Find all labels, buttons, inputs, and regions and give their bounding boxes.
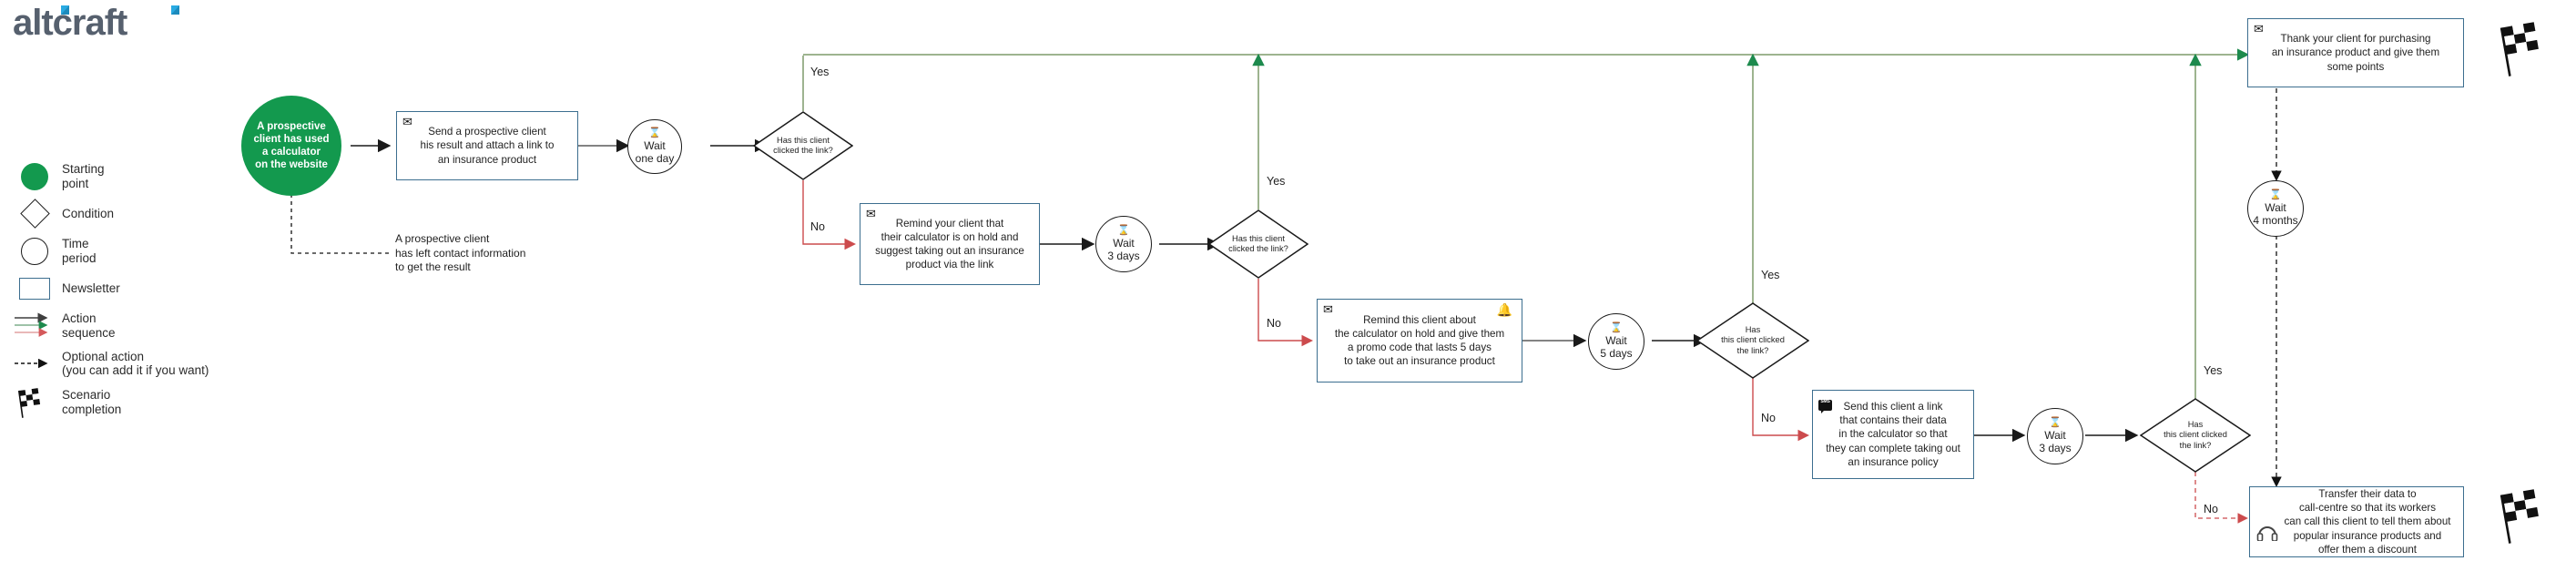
condition-label: Has this client clicked the link? <box>1228 233 1288 253</box>
node-newsletter-thank-you[interactable]: ✉ Thank your client for purchasing an in… <box>2247 18 2464 87</box>
newsletter-label: Remind this client about the calculator … <box>1334 313 1505 368</box>
connector-layer <box>290 46 2460 525</box>
edge-label-yes-3: Yes <box>1761 269 1780 281</box>
legend-label: Scenario completion <box>62 388 122 417</box>
wait-label: Wait 3 days <box>2039 428 2072 454</box>
altcraft-logo: altcraft <box>13 2 204 44</box>
checkered-flag-icon <box>13 387 56 419</box>
legend-item-action-sequence: Action sequence <box>13 311 259 341</box>
node-starting-point[interactable]: A prospective client has used a calculat… <box>241 96 341 196</box>
node-wait-3-days-b[interactable]: ⌛ Wait 3 days <box>2027 408 2083 464</box>
condition-label: Has this client clicked the link? <box>773 135 833 155</box>
legend-label: Starting point <box>62 162 105 190</box>
svg-text:altcraft: altcraft <box>13 3 127 43</box>
optional-start-note: A prospective client has left contact in… <box>395 232 526 274</box>
node-newsletter-send-result[interactable]: ✉ Send a prospective client his result a… <box>396 111 578 180</box>
hourglass-icon: ⌛ <box>1117 224 1130 236</box>
starting-point-label: A prospective client has used a calculat… <box>253 120 330 171</box>
edge-label-no-4: No <box>2204 503 2218 515</box>
edge-label-no-2: No <box>1267 317 1281 330</box>
bell-icon: 🔔 <box>1496 302 1512 317</box>
scenario-completion-flag-bottom <box>2497 487 2561 550</box>
node-condition-clicked-4[interactable]: Has this client clicked the link? <box>2140 398 2251 473</box>
legend-label: Newsletter <box>62 280 120 295</box>
flowchart-canvas: altcraft Starting point Condition Time p… <box>0 0 2576 561</box>
envelope-icon: ✉ <box>1323 302 1333 316</box>
edge-label-no-3: No <box>1761 412 1776 424</box>
rectangle-outline-icon <box>13 277 56 300</box>
condition-label: Has this client clicked the link? <box>2164 420 2227 450</box>
scenario-completion-flag-top <box>2497 20 2561 83</box>
node-wait-3-days-a[interactable]: ⌛ Wait 3 days <box>1095 216 1152 272</box>
hourglass-icon: ⌛ <box>2269 189 2282 200</box>
wait-label: Wait 5 days <box>1600 333 1633 360</box>
diamond-outline-icon <box>13 199 56 230</box>
logo-svg: altcraft <box>13 3 179 43</box>
wait-label: Wait 3 days <box>1107 236 1140 262</box>
edge-label-yes-1: Yes <box>810 66 830 78</box>
newsletter-label: Thank your client for purchasing an insu… <box>2271 33 2440 73</box>
legend-item-time-period: Time period <box>13 237 259 266</box>
legend: Starting point Condition Time period New… <box>13 162 259 427</box>
node-condition-clicked-2[interactable]: Has this client clicked the link? <box>1208 209 1308 279</box>
wait-label: Wait 4 months <box>2253 200 2298 227</box>
node-condition-clicked-3[interactable]: Has this client clicked the link? <box>1696 302 1809 379</box>
newsletter-label: Remind your client that their calculator… <box>875 217 1024 271</box>
hourglass-icon: ⌛ <box>1610 321 1623 333</box>
legend-item-scenario-completion: Scenario completion <box>13 387 259 419</box>
sms-icon: SMS <box>1818 400 1832 413</box>
wait-label: Wait one day <box>635 138 675 165</box>
legend-label: Time period <box>62 236 97 265</box>
node-wait-5-days[interactable]: ⌛ Wait 5 days <box>1588 313 1644 370</box>
envelope-icon: ✉ <box>2254 22 2264 36</box>
hourglass-icon: ⌛ <box>648 127 661 138</box>
node-wait-one-day[interactable]: ⌛ Wait one day <box>627 119 682 174</box>
headset-icon <box>2256 514 2278 542</box>
dashed-arrow-icon <box>13 356 56 371</box>
node-sms-send-link[interactable]: SMS Send this client a link that contain… <box>1812 390 1974 479</box>
condition-label: Has this client clicked the link? <box>1721 325 1785 355</box>
legend-label: Optional action (you can add it if you w… <box>62 349 209 378</box>
circle-outline-icon <box>13 237 56 265</box>
envelope-icon: ✉ <box>402 115 412 128</box>
node-wait-4-months[interactable]: ⌛ Wait 4 months <box>2247 180 2304 237</box>
call-centre-label: Transfer their data to call-centre so th… <box>2284 488 2451 556</box>
legend-label: Condition <box>62 206 115 220</box>
three-arrows-icon <box>13 312 56 340</box>
envelope-icon: ✉ <box>866 207 876 220</box>
node-newsletter-remind-on-hold[interactable]: ✉ Remind your client that their calculat… <box>860 203 1040 285</box>
edge-label-yes-4: Yes <box>2204 364 2223 377</box>
edge-label-yes-2: Yes <box>1267 175 1286 188</box>
legend-label: Action sequence <box>62 311 116 340</box>
node-newsletter-promo-code[interactable]: ✉ 🔔 Remind this client about the calcula… <box>1317 299 1522 382</box>
node-transfer-to-call-centre[interactable]: Transfer their data to call-centre so th… <box>2249 486 2464 557</box>
legend-item-optional-action: Optional action (you can add it if you w… <box>13 350 259 379</box>
hourglass-icon: ⌛ <box>2049 416 2062 428</box>
node-condition-clicked-1[interactable]: Has this client clicked the link? <box>753 111 853 180</box>
legend-item-starting-point: Starting point <box>13 162 259 191</box>
newsletter-label: Send a prospective client his result and… <box>420 126 555 166</box>
legend-item-condition: Condition <box>13 199 259 230</box>
edge-label-no-1: No <box>810 220 825 233</box>
sms-label: Send this client a link that contains th… <box>1826 401 1960 468</box>
legend-item-newsletter: Newsletter <box>13 275 259 302</box>
filled-green-circle-icon <box>13 162 56 190</box>
